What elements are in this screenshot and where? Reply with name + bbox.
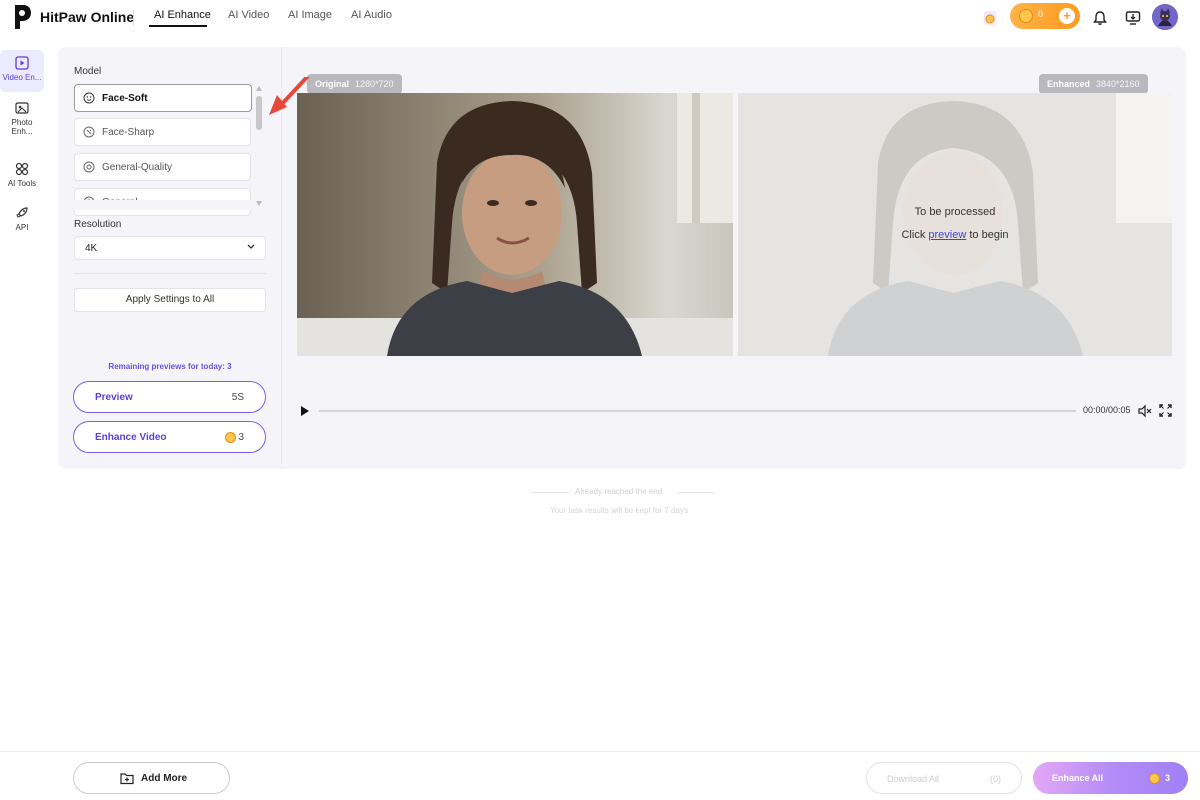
bottom-action-bar: Add More Download All (0) Enhance All 3 bbox=[0, 751, 1200, 800]
scroll-down-arrow-icon[interactable] bbox=[256, 201, 262, 206]
resolution-value: 4K bbox=[85, 243, 98, 254]
coin-icon bbox=[225, 432, 236, 443]
original-video-frame[interactable] bbox=[297, 93, 733, 356]
download-count: (0) bbox=[990, 774, 1001, 784]
coin-count: 0 bbox=[1038, 9, 1044, 19]
rail-item-label: API bbox=[15, 223, 29, 232]
top-bar: HitPaw Online AI Enhance AI Video AI Ima… bbox=[0, 0, 1200, 36]
preview-button-label: Preview bbox=[95, 392, 133, 403]
end-of-list-text: Already reached the end bbox=[575, 487, 663, 496]
rail-item-label: Video En... bbox=[2, 73, 42, 82]
rail-item-label: AI Tools bbox=[7, 179, 37, 188]
download-all-label: Download All bbox=[887, 774, 940, 784]
scroll-thumb[interactable] bbox=[256, 96, 262, 130]
hint-suffix: to begin bbox=[969, 229, 1009, 241]
enhanced-tag: Enhanced 3840*2160 bbox=[1039, 74, 1148, 94]
model-option-label: Face-Soft bbox=[102, 93, 148, 104]
enhance-video-button[interactable]: Enhance Video 3 bbox=[73, 421, 266, 453]
enhance-video-label: Enhance Video bbox=[95, 432, 167, 443]
fullscreen-icon[interactable] bbox=[1159, 404, 1172, 417]
model-option-face-soft[interactable]: Face-Soft bbox=[74, 84, 252, 112]
add-more-button[interactable]: Add More bbox=[73, 762, 230, 794]
enhance-panel: Model Face-Soft Face-Sharp General-Quali… bbox=[58, 47, 1186, 469]
model-list-scrollbar[interactable] bbox=[256, 86, 262, 206]
hint-prefix: Click bbox=[901, 229, 926, 241]
gift-icon[interactable] bbox=[978, 6, 1002, 30]
model-label: Model bbox=[74, 66, 102, 77]
download-all-button[interactable]: Download All (0) bbox=[866, 762, 1022, 794]
apply-settings-button[interactable]: Apply Settings to All bbox=[74, 288, 266, 312]
enhanced-video-frame[interactable]: To be processed Click preview to begin bbox=[738, 93, 1172, 356]
model-option-label: General-Quality bbox=[102, 162, 173, 173]
nav-ai-video[interactable]: AI Video bbox=[228, 9, 269, 21]
model-option-general-quality[interactable]: General-Quality bbox=[74, 153, 251, 181]
nav-ai-audio[interactable]: AI Audio bbox=[351, 9, 392, 21]
face-soft-icon bbox=[83, 92, 95, 104]
nav-ai-enhance[interactable]: AI Enhance bbox=[154, 9, 211, 21]
model-option-face-sharp[interactable]: Face-Sharp bbox=[74, 118, 251, 146]
retention-notice: Your task results will be kept for 7 day… bbox=[550, 506, 688, 515]
coin-balance-button[interactable]: 0 + bbox=[1010, 3, 1080, 29]
enhance-all-button[interactable]: Enhance All 3 bbox=[1033, 762, 1188, 794]
preview-link[interactable]: preview bbox=[928, 229, 966, 241]
add-folder-icon bbox=[120, 773, 134, 785]
desktop-download-icon[interactable] bbox=[1121, 6, 1145, 30]
mute-icon[interactable] bbox=[1138, 404, 1152, 418]
brand-divider bbox=[133, 10, 134, 26]
hitpaw-logo-icon[interactable] bbox=[12, 4, 32, 30]
chevron-down-icon bbox=[247, 244, 255, 249]
face-sharp-icon bbox=[83, 126, 95, 138]
general-quality-icon bbox=[83, 161, 95, 173]
settings-divider bbox=[74, 273, 266, 274]
api-rocket-icon bbox=[16, 207, 28, 218]
coin-icon bbox=[1149, 773, 1160, 784]
video-player-controls: 00:00/00:05 bbox=[297, 401, 1177, 421]
rail-item-photo-enhancer[interactable]: Photo Enh... bbox=[0, 95, 44, 136]
original-resolution: 1280*720 bbox=[355, 79, 394, 89]
nav-ai-image[interactable]: AI Image bbox=[288, 9, 332, 21]
video-time: 00:00/00:05 bbox=[1083, 405, 1131, 415]
end-line-left bbox=[532, 492, 570, 493]
video-enhance-icon bbox=[15, 56, 29, 70]
enhanced-resolution: 3840*2160 bbox=[1096, 79, 1140, 89]
scroll-up-arrow-icon[interactable] bbox=[256, 86, 262, 91]
click-preview-hint: Click preview to begin bbox=[738, 229, 1172, 241]
preview-button[interactable]: Preview 5S bbox=[73, 381, 266, 413]
rail-item-video-enhancer[interactable]: Video En... bbox=[0, 50, 44, 92]
coin-icon bbox=[1019, 9, 1033, 23]
resolution-label: Resolution bbox=[74, 219, 122, 230]
to-be-processed-text: To be processed bbox=[914, 206, 996, 218]
play-icon[interactable] bbox=[301, 406, 309, 416]
red-arrow-annotation-icon bbox=[269, 77, 310, 115]
enhance-all-label: Enhance All bbox=[1052, 773, 1104, 783]
preview-duration: 5S bbox=[231, 392, 244, 403]
brand-name[interactable]: HitPaw Online bbox=[40, 9, 134, 25]
settings-panel: Model Face-Soft Face-Sharp General-Quali… bbox=[58, 47, 282, 469]
end-line-right bbox=[677, 492, 715, 493]
nav-active-underline bbox=[149, 25, 207, 27]
rail-item-ai-tools[interactable]: AI Tools bbox=[0, 156, 44, 192]
video-progress-track[interactable] bbox=[319, 410, 1076, 412]
rail-item-label: Photo Enh... bbox=[11, 118, 33, 136]
photo-enhance-icon bbox=[15, 102, 29, 114]
model-list-clip bbox=[74, 200, 254, 210]
enhance-video-cost: 3 bbox=[238, 432, 244, 443]
resolution-select[interactable]: 4K bbox=[74, 236, 266, 260]
model-option-label: Face-Sharp bbox=[102, 127, 155, 138]
add-coins-icon[interactable]: + bbox=[1059, 8, 1075, 24]
user-avatar[interactable] bbox=[1152, 4, 1178, 30]
ai-tools-icon bbox=[15, 162, 29, 176]
add-more-label: Add More bbox=[141, 773, 188, 784]
enhance-all-cost: 3 bbox=[1164, 773, 1170, 783]
rail-item-api[interactable]: API bbox=[0, 200, 44, 236]
enhanced-tag-label: Enhanced bbox=[1047, 79, 1091, 89]
bell-icon[interactable] bbox=[1088, 6, 1112, 30]
remaining-previews-text: Remaining previews for today: 3 bbox=[108, 362, 232, 371]
